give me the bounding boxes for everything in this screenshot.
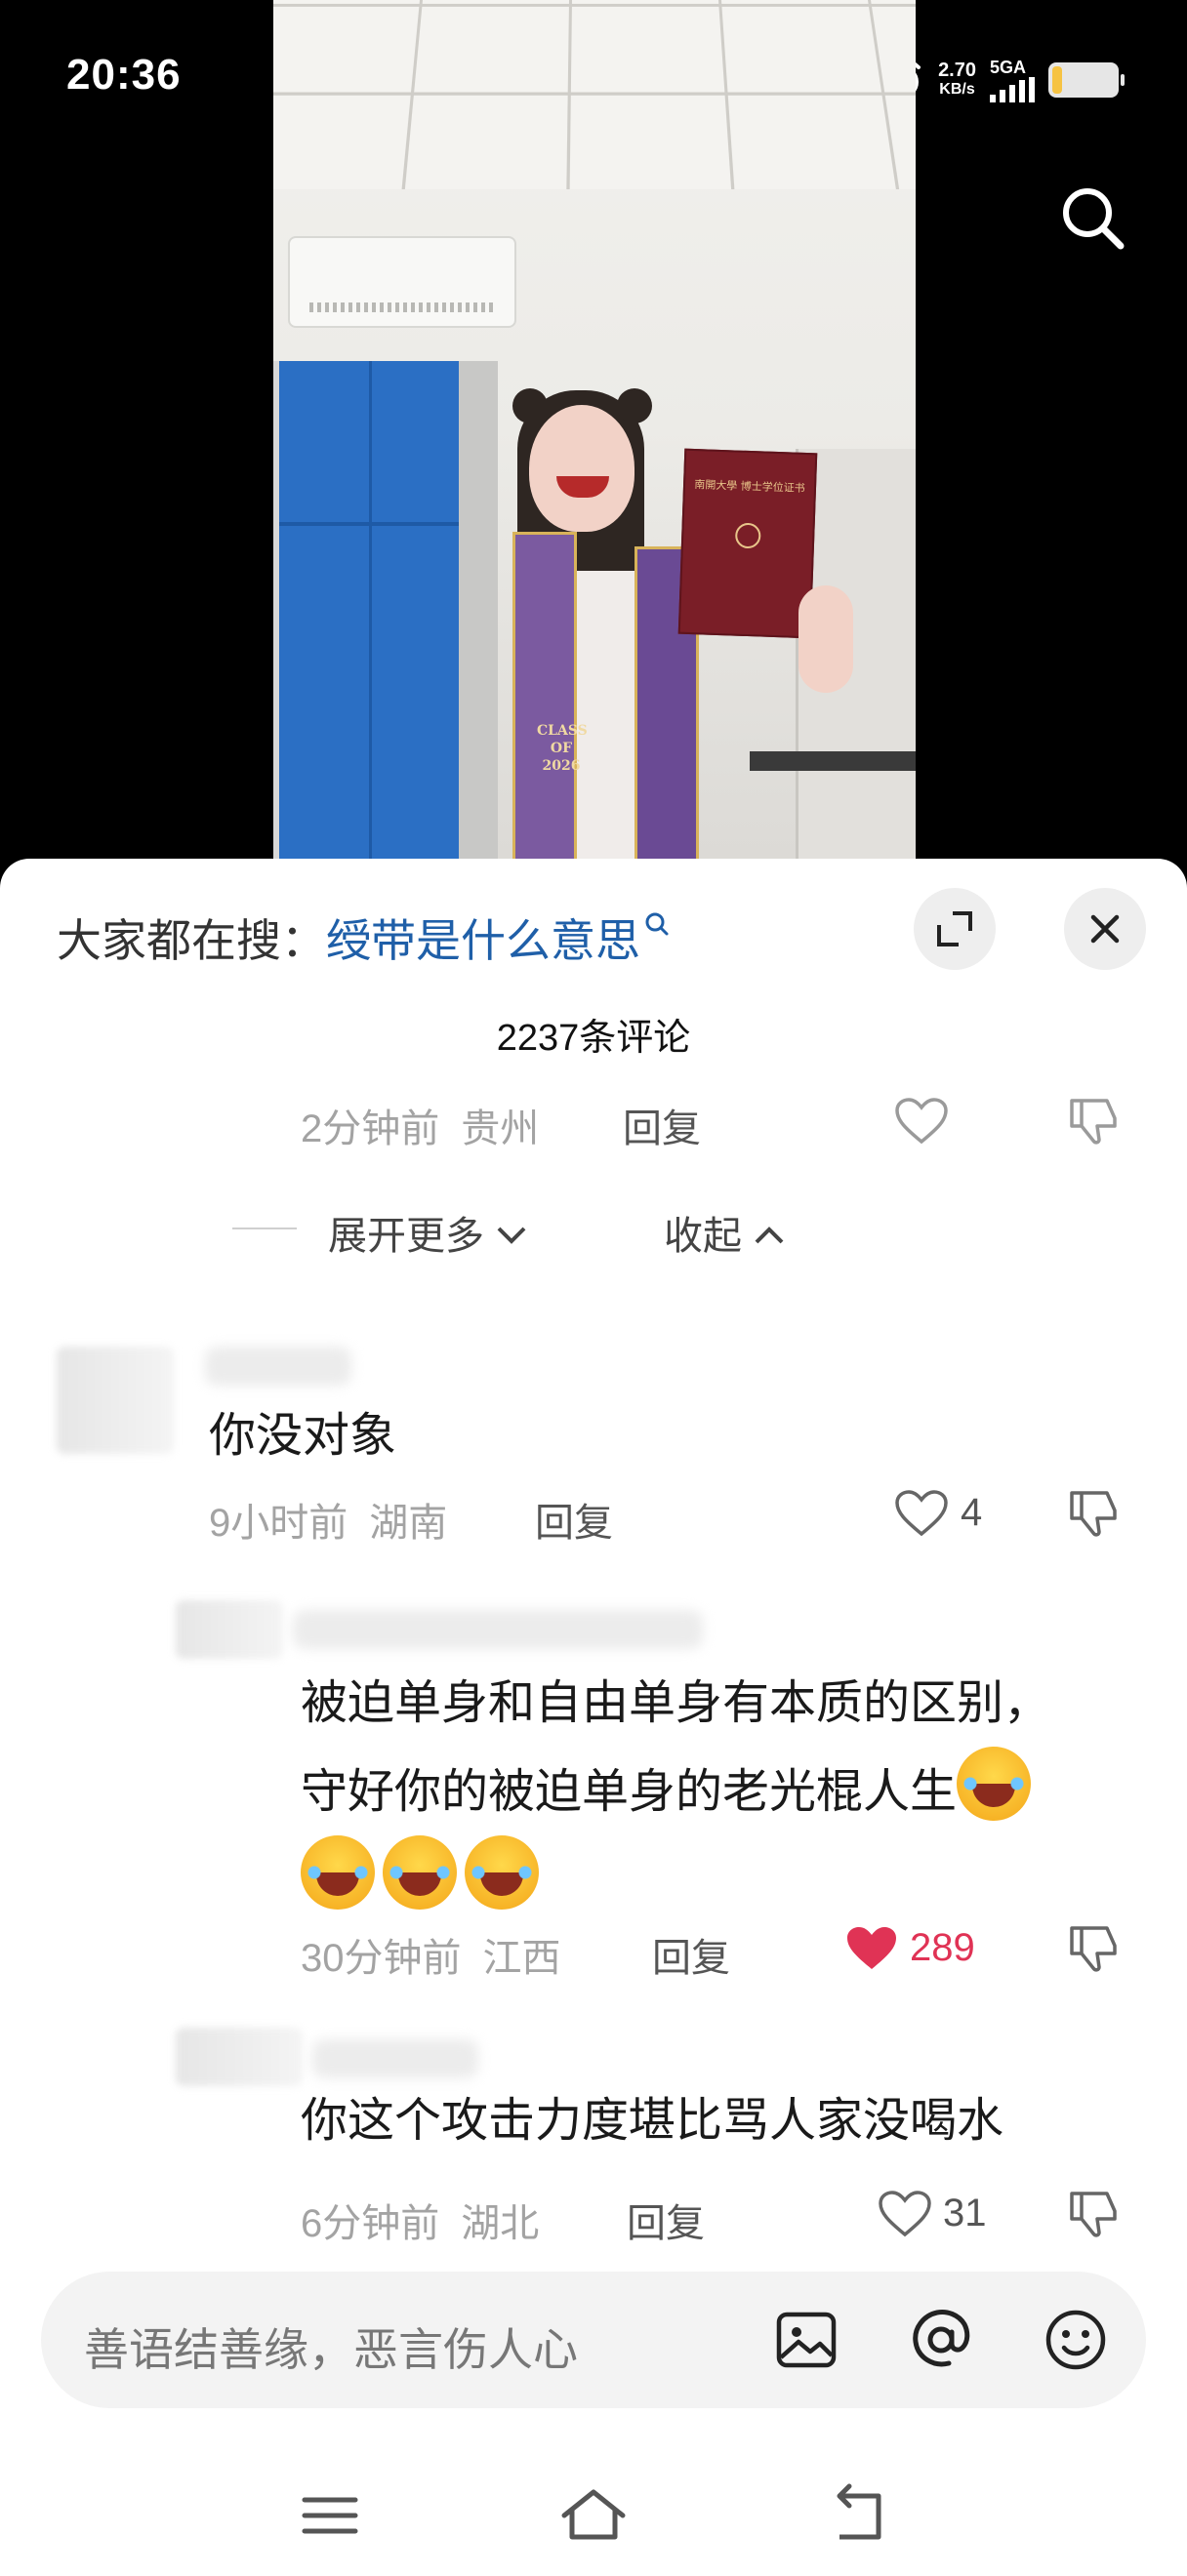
video-diploma: 南開大學 博士学位证书 [677, 448, 818, 639]
comment-input-placeholder: 善语结善缘，恶言伤人心 [84, 2324, 578, 2375]
comment-region: 江西 [482, 1937, 561, 1980]
username[interactable] [205, 1347, 351, 1386]
comment-region: 贵州 [461, 1107, 540, 1150]
like-count: 31 [943, 2192, 987, 2234]
comment-text-line: 守好你的被迫单身的老光棍人生 [301, 1747, 1050, 1835]
close-icon [1090, 914, 1120, 944]
expand-more-button[interactable]: 展开更多 [328, 1204, 528, 1261]
video-face [529, 405, 634, 532]
comment-meta: 30分钟前 江西 [301, 1926, 583, 1983]
reply-button[interactable]: 回复 [652, 1926, 730, 1983]
comment-input[interactable]: 善语结善缘，恶言伤人心 [41, 2272, 1146, 2408]
back-icon[interactable] [818, 2476, 896, 2555]
like-icon[interactable] [893, 1489, 950, 1538]
expand-more-label: 展开更多 [328, 1215, 484, 1258]
video-player[interactable]: CLASS OF 2026 南開大學 博士学位证书 [273, 0, 916, 859]
signal-icon: 5GA [990, 58, 1035, 102]
username[interactable] [293, 1610, 703, 1649]
diploma-seal [734, 522, 761, 549]
liked-heart-icon[interactable] [843, 1924, 900, 1973]
comment-time: 6分钟前 [301, 2202, 440, 2245]
hot-search[interactable]: 大家都在搜：绶带是什么意思 [57, 906, 670, 970]
video-air-conditioner [288, 236, 516, 328]
chevron-down-icon [497, 1227, 526, 1244]
dislike-icon[interactable] [1068, 1489, 1119, 1538]
video-stole-text: CLASS OF 2026 [537, 723, 588, 774]
laugh-cry-emoji-icon [465, 1835, 539, 1910]
emoji-icon[interactable] [1039, 2303, 1113, 2377]
expand-icon [937, 911, 972, 946]
video-cabinet-side [459, 361, 498, 859]
comment-count: 2237条评论 [496, 1018, 691, 1059]
search-icon[interactable] [1054, 180, 1132, 258]
emoji-line [301, 1835, 1050, 1924]
comment-time: 9小时前 [209, 1502, 348, 1545]
dislike-icon[interactable] [1068, 1097, 1119, 1146]
menu-icon[interactable] [291, 2476, 369, 2555]
battery-icon [1048, 62, 1125, 98]
divider [232, 1228, 297, 1229]
comment-text: 你这个攻击力度堪比骂人家没喝水 [301, 2095, 1004, 2147]
video-ceiling [273, 0, 916, 190]
like-icon[interactable] [893, 1097, 950, 1146]
video-stole-left [512, 532, 577, 859]
comment-text-line: 被迫单身和自由单身有本质的区别， [301, 1677, 1051, 1729]
net-speed: 2.70 KB/s [938, 60, 976, 98]
comment-time: 30分钟前 [301, 1937, 462, 1980]
video-desk [750, 751, 916, 771]
comment-text-line2: 守好你的被迫单身的老光棍人生 [301, 1766, 958, 1818]
home-icon[interactable] [554, 2476, 633, 2555]
reply-button[interactable]: 回复 [535, 1491, 613, 1548]
replies-toggle-row: 展开更多 收起 [0, 1198, 1187, 1258]
comment-sheet: 大家都在搜：绶带是什么意思 2237条评论 2分钟前贵州 回复 展开更多 收起 [0, 859, 1187, 2576]
laugh-cry-emoji-icon [383, 1835, 457, 1910]
system-navigation-bar [0, 2459, 1187, 2576]
comment-region: 湖南 [369, 1502, 448, 1545]
hot-search-prefix: 大家都在搜： [57, 915, 326, 966]
at-icon[interactable] [904, 2303, 978, 2377]
comment-text: 被迫单身和自由单身有本质的区别， 守好你的被迫单身的老光棍人生 [301, 1661, 1050, 1924]
diploma-text: 南開大學 博士学位证书 [694, 478, 805, 496]
dislike-icon[interactable] [1068, 1924, 1119, 1973]
comment-time: 2分钟前 [301, 1107, 440, 1150]
fullscreen-button[interactable] [914, 888, 996, 970]
dislike-icon[interactable] [1068, 2190, 1119, 2238]
comment-region: 湖北 [461, 2202, 540, 2245]
laugh-cry-emoji-icon [957, 1747, 1032, 1821]
comment-meta: 9小时前 湖南 [209, 1491, 469, 1548]
image-icon[interactable] [769, 2303, 843, 2377]
hot-search-keyword[interactable]: 绶带是什么意思 [326, 915, 640, 966]
video-hair-bun [617, 388, 652, 423]
comment-text: 你没对象 [209, 1410, 397, 1462]
like-count: 289 [910, 1926, 975, 1969]
close-button[interactable] [1064, 888, 1146, 970]
video-hair-bun [512, 388, 548, 423]
video-cabinet [273, 361, 465, 859]
comment-meta: 2分钟前 贵州 [301, 1097, 560, 1153]
username[interactable] [312, 2039, 478, 2078]
like-count: 4 [961, 1491, 983, 1534]
like-icon[interactable] [877, 2190, 933, 2238]
laugh-cry-emoji-icon [301, 1835, 375, 1910]
collapse-button[interactable]: 收起 [664, 1204, 786, 1261]
collapse-label: 收起 [664, 1215, 742, 1258]
status-time: 20:36 [66, 51, 182, 99]
video-arm [798, 585, 853, 693]
reply-button[interactable]: 回复 [623, 1097, 701, 1153]
comment-meta: 6分钟前 湖北 [301, 2192, 560, 2248]
reply-button[interactable]: 回复 [627, 2192, 705, 2248]
chevron-up-icon [755, 1227, 784, 1244]
search-small-icon [645, 912, 669, 936]
avatar[interactable] [176, 1600, 283, 1659]
avatar[interactable] [176, 2028, 303, 2086]
avatar[interactable] [57, 1347, 174, 1454]
